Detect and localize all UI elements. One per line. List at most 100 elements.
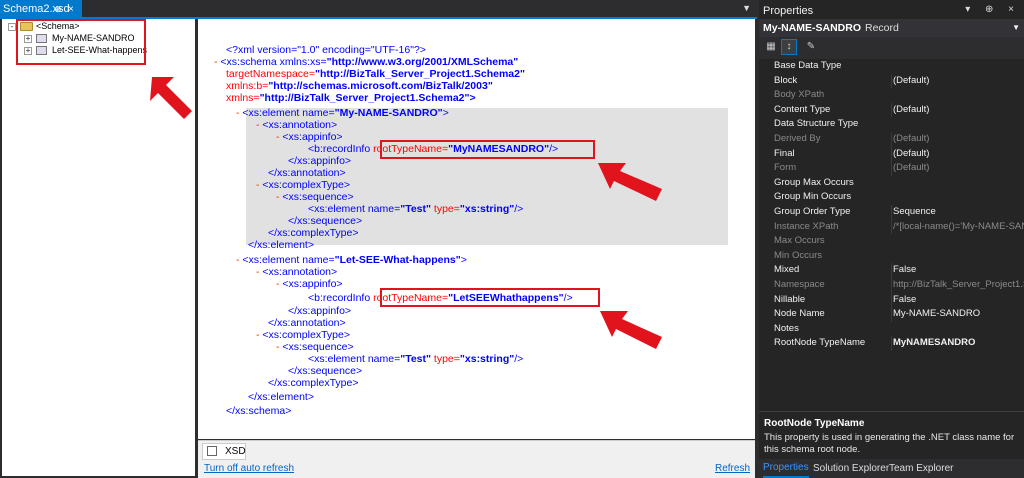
- property-row[interactable]: Max Occurs: [759, 234, 1024, 249]
- chevron-down-icon[interactable]: ▼: [1012, 19, 1020, 37]
- property-value[interactable]: False: [891, 292, 1024, 308]
- xsd-tab-label: XSD: [225, 446, 246, 457]
- xml-tag: <xs:complexType>: [262, 329, 350, 341]
- property-row[interactable]: Notes: [759, 322, 1024, 337]
- pin-icon[interactable]: ⊕: [54, 0, 62, 19]
- refresh-link[interactable]: Refresh: [715, 463, 750, 474]
- property-row[interactable]: Group Order Type Sequence: [759, 205, 1024, 220]
- tab-solution-explorer[interactable]: Solution Explorer: [813, 459, 889, 478]
- xml-tag: <xs:element name=: [242, 107, 335, 119]
- red-arrow-icon: [150, 77, 192, 119]
- property-value[interactable]: MyNAMESANDRO: [891, 336, 1024, 351]
- xsd-tab[interactable]: XSD: [202, 443, 246, 460]
- property-description: RootNode TypeName This property is used …: [759, 411, 1024, 459]
- xml-annotation-close: </xs:annotation>: [268, 167, 346, 179]
- property-row[interactable]: Nillable False: [759, 292, 1024, 308]
- xml-annotation-open: - <xs:annotation>: [256, 119, 337, 131]
- property-value[interactable]: (Default): [891, 102, 1024, 118]
- collapse-toggle-icon[interactable]: -: [8, 23, 16, 31]
- property-value[interactable]: (Default): [891, 132, 1024, 147]
- property-value[interactable]: http://BizTalk_Server_Project1.Schema2: [891, 278, 1024, 293]
- window-buttons[interactable]: ▾ ⊕ ×: [965, 4, 1020, 15]
- xml-sequence-open: - <xs:sequence>: [276, 341, 354, 353]
- property-row[interactable]: Node Name My-NAME-SANDRO: [759, 307, 1024, 322]
- property-grid: Base Data Type Block (Default) Body XPath Co…: [759, 59, 1024, 411]
- xml-complextype-open: - <xs:complexType>: [256, 329, 350, 341]
- property-value[interactable]: (Default): [891, 73, 1024, 89]
- collapse-marker[interactable]: -: [236, 254, 240, 266]
- collapse-marker[interactable]: -: [276, 131, 280, 143]
- xml-attr: type=: [431, 203, 460, 215]
- property-row[interactable]: Base Data Type: [759, 59, 1024, 74]
- editor-bottom-bar: XSD Turn off auto refresh Refresh: [198, 440, 755, 478]
- property-value[interactable]: (Default): [891, 161, 1024, 176]
- property-row[interactable]: Instance XPath /*[local-name()='My-NAME-S…: [759, 219, 1024, 235]
- red-arrow-icon: [600, 311, 662, 349]
- close-icon[interactable]: ×: [68, 0, 74, 19]
- property-value[interactable]: False: [891, 263, 1024, 278]
- alphabetical-icon[interactable]: ↕: [781, 39, 797, 55]
- xml-schema-open: - <xs:schema xmlns:xs="http://www.w3.org…: [214, 56, 518, 68]
- turn-off-auto-refresh-link[interactable]: Turn off auto refresh: [204, 463, 294, 474]
- xml-attr: xmlns=: [226, 92, 260, 104]
- collapse-marker[interactable]: -: [214, 56, 218, 68]
- property-row[interactable]: RootNode TypeName MyNAMESANDRO: [759, 336, 1024, 351]
- document-tab-strip: Schema2.xsd ⊕ × ▼: [0, 0, 757, 19]
- property-row[interactable]: Min Occurs: [759, 249, 1024, 264]
- property-row[interactable]: Group Min Occurs: [759, 190, 1024, 205]
- property-value[interactable]: (Default): [891, 146, 1024, 162]
- xml-inner-element: <xs:element name="Test" type="xs:string"…: [308, 353, 523, 365]
- property-row[interactable]: Mixed False: [759, 263, 1024, 278]
- property-row[interactable]: Final (Default): [759, 146, 1024, 162]
- document-icon: [207, 446, 217, 456]
- object-selector[interactable]: My-NAME-SANDRO Record ▼: [759, 19, 1024, 37]
- schema-tree-view[interactable]: - <Schema> + My-NAME-SANDRO + Let-SEE-Wh…: [2, 19, 195, 476]
- xml-complextype-open: - <xs:complexType>: [256, 179, 350, 191]
- property-name: Max Occurs: [774, 235, 825, 247]
- property-value[interactable]: My-NAME-SANDRO: [891, 307, 1024, 322]
- collapse-marker[interactable]: -: [276, 278, 280, 290]
- property-pages-icon[interactable]: ✎: [803, 39, 819, 55]
- tab-team-explorer[interactable]: Team Explorer: [889, 459, 953, 478]
- property-value[interactable]: /*[local-name()='My-NAME-SANDRO': [891, 219, 1024, 235]
- xml-element-open: - <xs:element name="Let-SEE-What-happens…: [236, 254, 467, 266]
- xml-value: "xs:string": [459, 353, 515, 365]
- property-row[interactable]: Group Max Occurs: [759, 176, 1024, 191]
- collapse-marker[interactable]: -: [236, 107, 240, 119]
- property-row[interactable]: Derived By (Default): [759, 132, 1024, 147]
- collapse-marker[interactable]: -: [276, 341, 280, 353]
- property-name: Body XPath: [774, 89, 825, 101]
- categorized-icon[interactable]: ▦: [763, 39, 779, 55]
- xml-tag: >: [442, 107, 449, 119]
- xml-appinfo-close: </xs:appinfo>: [288, 305, 352, 317]
- tab-properties[interactable]: Properties: [763, 459, 809, 478]
- red-arrow-icon: [598, 163, 662, 201]
- collapse-marker[interactable]: -: [256, 329, 260, 341]
- property-row[interactable]: Body XPath: [759, 88, 1024, 103]
- collapse-marker[interactable]: -: [256, 119, 260, 131]
- visual-studio-window: Schema2.xsd ⊕ × ▼ - <Schema> + My-NAME-S…: [0, 0, 1024, 478]
- xml-value: "http://BizTalk_Server_Project1.Schema2": [315, 68, 525, 80]
- document-tab[interactable]: Schema2.xsd ⊕ ×: [0, 0, 82, 19]
- xml-tag: <xs:appinfo>: [282, 131, 343, 143]
- xml-tag: <xs:appinfo>: [282, 278, 343, 290]
- property-row[interactable]: Block (Default): [759, 73, 1024, 89]
- xml-value: "http://schemas.microsoft.com/BizTalk/20…: [268, 80, 493, 92]
- xml-tag: />: [514, 203, 524, 215]
- xml-tag: <xs:element name=: [308, 353, 401, 365]
- xml-sequence-open: - <xs:sequence>: [276, 191, 354, 203]
- property-row[interactable]: Namespace http://BizTalk_Server_Project1.…: [759, 278, 1024, 293]
- xml-schema-close: </xs:schema>: [226, 405, 292, 417]
- property-name: Final: [774, 147, 795, 159]
- property-row[interactable]: Data Structure Type: [759, 117, 1024, 132]
- property-value[interactable]: Sequence: [891, 205, 1024, 220]
- collapse-marker[interactable]: -: [276, 191, 280, 203]
- property-row[interactable]: Content Type (Default): [759, 102, 1024, 118]
- property-row[interactable]: Form (Default): [759, 161, 1024, 176]
- collapse-marker[interactable]: -: [256, 266, 260, 278]
- xml-value: "Let-SEE-What-happens": [334, 254, 461, 266]
- xml-inner-element: <xs:element name="Test" type="xs:string"…: [308, 203, 523, 215]
- collapse-marker[interactable]: -: [256, 179, 260, 191]
- tab-dropdown-icon[interactable]: ▼: [742, 3, 751, 13]
- xml-tag: <b:recordInfo: [308, 292, 371, 304]
